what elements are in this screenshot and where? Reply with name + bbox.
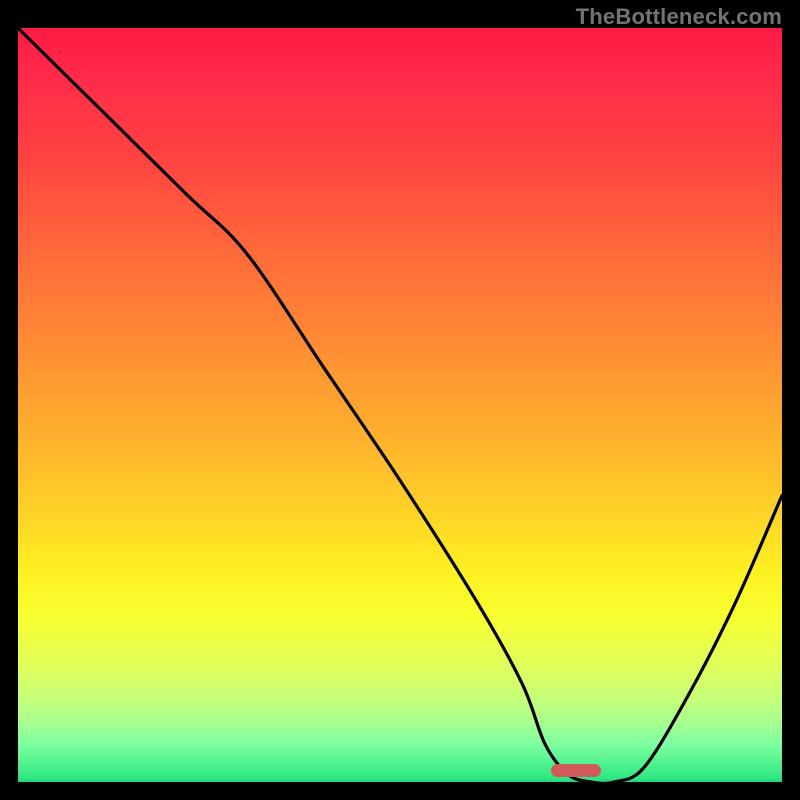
- bottleneck-curve: [18, 28, 782, 782]
- watermark-text: TheBottleneck.com: [576, 4, 782, 30]
- chart-container: TheBottleneck.com: [0, 0, 800, 800]
- plot-area: [18, 28, 782, 782]
- optimal-marker: [551, 764, 601, 777]
